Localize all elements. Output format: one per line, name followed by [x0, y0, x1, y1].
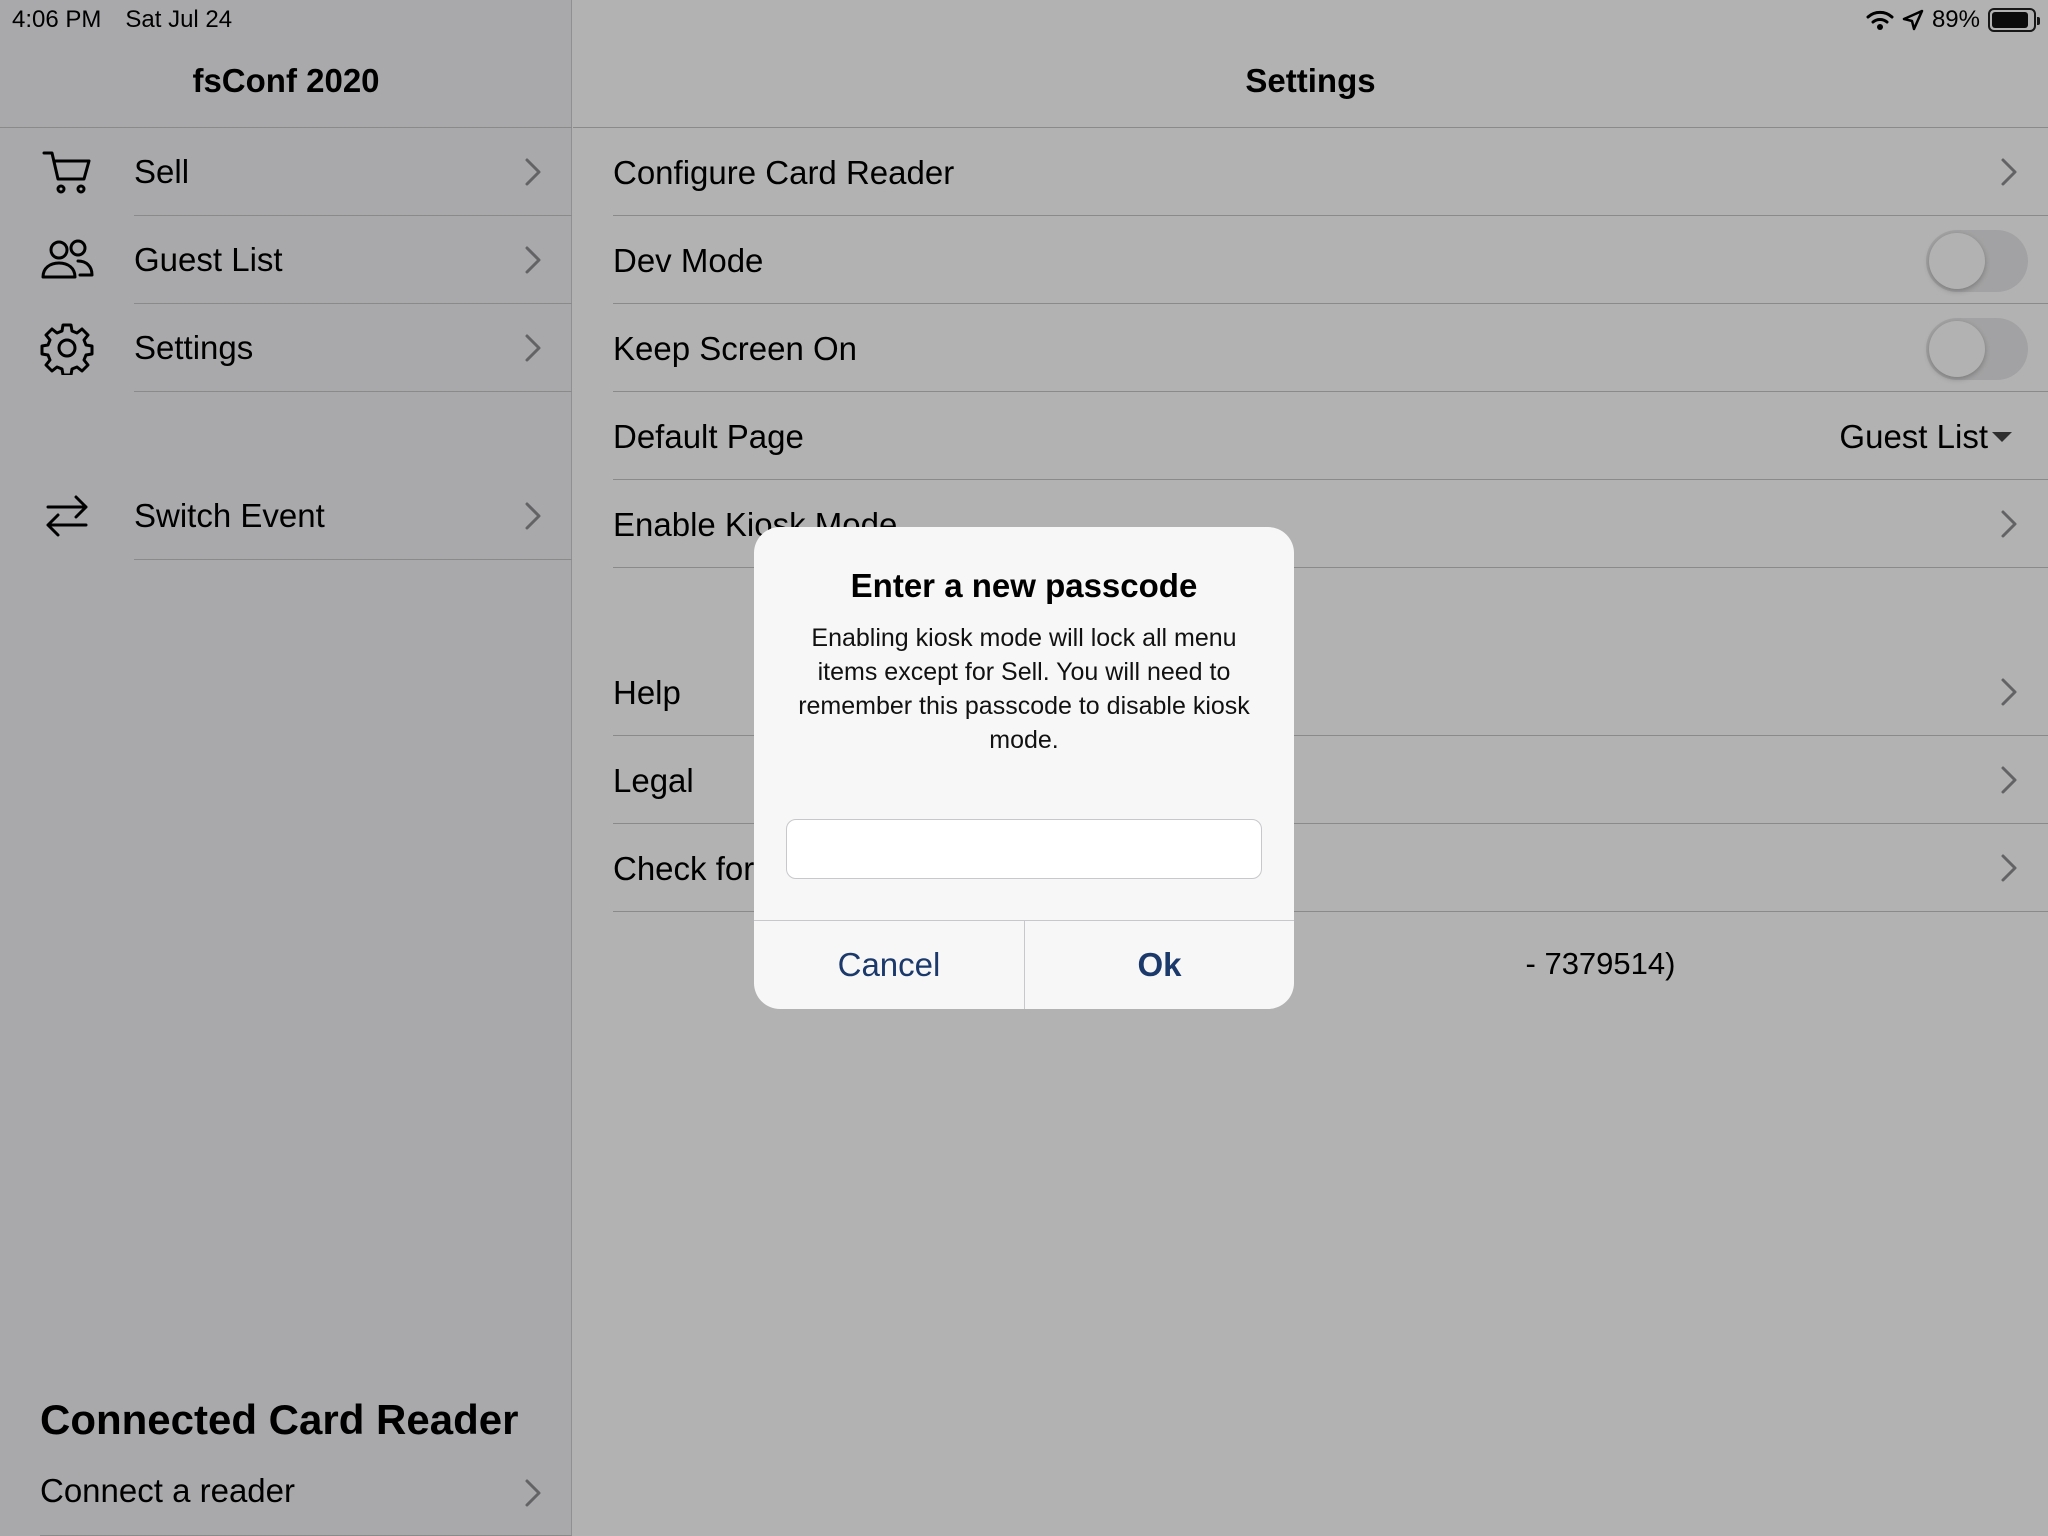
cancel-button[interactable]: Cancel [754, 921, 1024, 1009]
alert-message: Enabling kiosk mode will lock all menu i… [798, 624, 1250, 754]
alert-title: Enter a new passcode [850, 567, 1198, 604]
passcode-alert: Enter a new passcode Enabling kiosk mode… [754, 527, 1294, 1009]
passcode-input[interactable] [786, 819, 1262, 879]
app-window: 4:06 PM Sat Jul 24 fsConf 2020 Sell Gues… [0, 0, 2048, 1536]
ok-button[interactable]: Ok [1024, 921, 1294, 1009]
